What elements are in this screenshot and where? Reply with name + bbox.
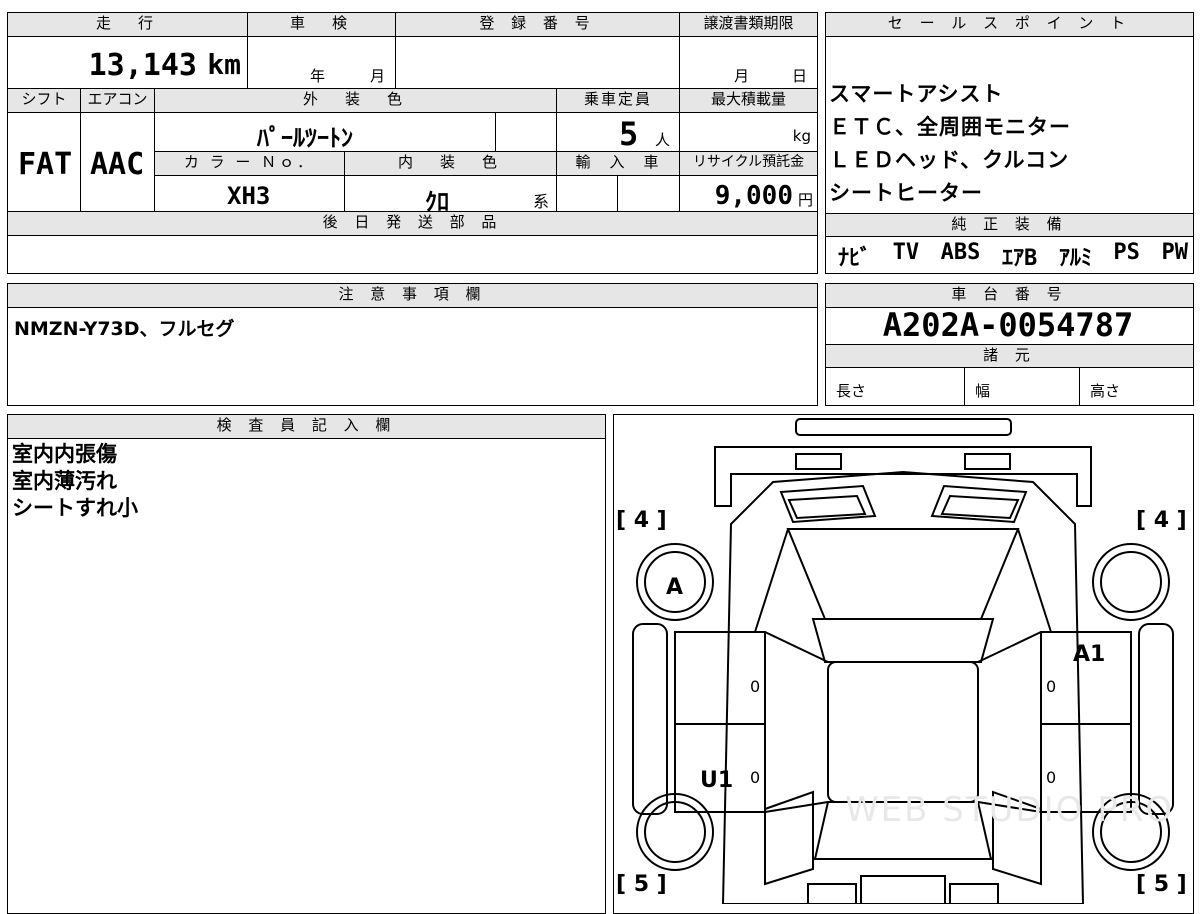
sales-point-line: スマートアシスト [829, 82, 1004, 106]
interior-color-header: 内 装 色 [344, 151, 557, 176]
max-load-unit: kg [792, 127, 811, 145]
equipment-item: ｴｱB [1002, 246, 1038, 271]
equipment-item: ABS [940, 240, 981, 265]
door-mark-rear-left: 0 [750, 768, 761, 787]
color-no-cell: XH3 [154, 175, 345, 212]
inspector-line: 室内薄汚れ [12, 469, 117, 493]
notes-content: NMZN-Y73D、フルセグ [14, 318, 235, 340]
door-mark-rear-right: 0 [1046, 768, 1057, 787]
spec-width-cell: 幅 [964, 367, 1080, 406]
equipment-item: PS [1113, 240, 1140, 265]
import-cell-a [556, 175, 618, 212]
inspector-line: 室内内張傷 [12, 442, 117, 466]
sales-points-header: セ ー ル ス ポ イ ン ト [825, 12, 1194, 37]
tread-rear-left: [ 5 ] [616, 872, 667, 897]
door-mark-front-right: 0 [1046, 677, 1057, 696]
exterior-color-cell: ﾊﾟｰﾙﾂｰﾄﾝ [154, 112, 496, 152]
tread-rear-right: [ 5 ] [1136, 872, 1187, 897]
spec-height-label: 高さ [1090, 382, 1121, 400]
exterior-color-extra-cell [495, 112, 557, 152]
capacity-value: 5 [619, 115, 639, 153]
equipment-item: PW [1161, 240, 1189, 265]
inspection-year-label: 年 [310, 67, 326, 85]
damage-mark-u1: U1 [700, 768, 734, 793]
import-header: 輸 入 車 [556, 151, 680, 176]
interior-color-suffix: 系 [533, 192, 550, 211]
transfer-month-label: 月 [734, 67, 750, 85]
exterior-color-header: 外 装 色 [154, 88, 557, 113]
inspection-month-label: 月 [370, 67, 386, 85]
inspection-header: 車 検 [247, 12, 396, 37]
color-no-header: カ ラ ー Ｎｏ． [154, 151, 345, 176]
standard-equipment-header: 純 正 装 備 [825, 213, 1194, 237]
chassis-header: 車 台 番 号 [825, 283, 1194, 308]
watermark: WEB STUDIO PRO [845, 790, 1175, 830]
inspector-header: 検 査 員 記 入 欄 [7, 414, 606, 439]
exterior-color-value: ﾊﾟｰﾙﾂｰﾄﾝ [257, 124, 353, 152]
standard-equipment-list: ﾅﾋﾞ TV ABS ｴｱB ｱﾙﾐ PS PW [838, 240, 1188, 272]
equipment-item: ｱﾙﾐ [1058, 246, 1092, 271]
equipment-item: TV [892, 240, 920, 265]
sales-points-list: スマートアシスト ＥＴＣ、全周囲モニター ＬＥＤヘッド、クルコン シートヒーター [829, 78, 1071, 210]
spec-length-label: 長さ [836, 382, 867, 400]
max-load-cell: kg [679, 112, 818, 152]
inspector-line: シートすれ小 [12, 496, 138, 520]
transfer-deadline-header: 譲渡書類期限 [679, 12, 818, 37]
shift-value: FAT [18, 147, 73, 182]
mileage-cell: 13,143 km [7, 36, 248, 89]
later-parts-header: 後 日 発 送 部 品 [7, 211, 818, 236]
tread-front-right: [ 4 ] [1136, 508, 1187, 533]
capacity-unit: 人 [655, 131, 671, 149]
capacity-header: 乗車定員 [556, 88, 680, 113]
capacity-cell: 5 人 [556, 112, 680, 153]
recycle-fee-cell: 9,000 円 [679, 175, 818, 212]
transfer-day-label: 日 [792, 67, 808, 85]
import-cell-b [617, 175, 680, 212]
spec-width-label: 幅 [975, 382, 991, 400]
later-parts-content [7, 235, 818, 274]
interior-color-cell: ｸﾛ 系 [344, 175, 557, 216]
aircon-value: AAC [90, 147, 145, 182]
color-no-value: XH3 [227, 182, 271, 210]
mileage-unit: km [207, 48, 241, 81]
shift-cell: FAT [7, 112, 81, 212]
sales-point-line: ＬＥＤヘッド、クルコン [829, 148, 1070, 172]
registration-cell [395, 36, 680, 89]
max-load-header: 最大積載量 [679, 88, 818, 113]
spec-header: 諸 元 [825, 344, 1194, 368]
equipment-item: ﾅﾋﾞ [838, 246, 872, 271]
damage-mark-a: A [666, 575, 684, 600]
aircon-cell: AAC [80, 112, 155, 212]
tread-front-left: [ 4 ] [616, 508, 667, 533]
mileage-value: 13,143 [88, 48, 197, 83]
chassis-number: A202A-0054787 [882, 306, 1134, 344]
recycle-fee-header: リサイクル預託金 [679, 151, 818, 176]
sales-point-line: シートヒーター [829, 181, 983, 205]
sales-point-line: ＥＴＣ、全周囲モニター [829, 115, 1071, 139]
spec-length-cell: 長さ [825, 367, 965, 406]
aircon-header: エアコン [80, 88, 155, 113]
door-mark-front-left: 0 [750, 677, 761, 696]
inspector-notes: 室内内張傷 室内薄汚れ シートすれ小 [12, 441, 138, 522]
car-diagram [632, 418, 1174, 904]
recycle-fee-value: 9,000 [714, 181, 793, 211]
spec-height-cell: 高さ [1079, 367, 1194, 406]
registration-header: 登 録 番 号 [395, 12, 680, 37]
damage-mark-a1: A1 [1073, 642, 1106, 667]
mileage-header: 走 行 [7, 12, 248, 37]
transfer-deadline-cell: 月 日 [679, 36, 818, 89]
notes-header: 注 意 事 項 欄 [7, 283, 818, 308]
shift-header: シフト [7, 88, 81, 113]
inspection-cell: 年 月 [247, 36, 396, 89]
recycle-fee-unit: 円 [797, 191, 813, 209]
